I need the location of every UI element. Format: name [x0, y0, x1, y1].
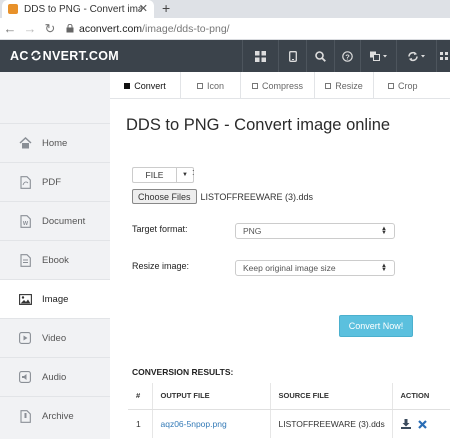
sidebar-item-document[interactable]: W Document — [0, 201, 110, 240]
tab-label: Convert — [134, 80, 166, 91]
sidebar-item-home[interactable]: Home — [0, 123, 110, 162]
delete-icon[interactable] — [418, 419, 427, 429]
tab-compress[interactable]: Compress — [241, 72, 315, 99]
sidebar: Home PDF W Document Ebook Image Video Au… — [0, 72, 116, 439]
target-format-select[interactable]: PNG ▲ ▼ — [235, 223, 395, 239]
url-path: /image/dds-to-png/ — [142, 22, 230, 35]
tab-crop[interactable]: Crop — [374, 72, 450, 99]
table-row: 1 aqz06-5npop.png LISTOFFREEWARE (3).dds — [128, 409, 450, 438]
target-format-value: PNG — [243, 226, 262, 236]
tab-title: DDS to PNG - Convert image onli — [24, 3, 142, 15]
sidebar-item-ebook[interactable]: Ebook — [0, 240, 110, 279]
tab-convert[interactable]: Convert — [110, 72, 181, 99]
file-button[interactable]: FILE — [132, 167, 176, 183]
logo-cycle-icon — [30, 50, 41, 61]
back-icon[interactable]: ← — [0, 21, 20, 36]
column-header: SOURCE FILE — [270, 383, 393, 410]
select-arrows-icon: ▲ ▼ — [381, 263, 387, 273]
results-heading: CONVERSION RESULTS: — [132, 367, 234, 377]
choose-files-button[interactable]: Choose Files — [132, 189, 197, 204]
chosen-file-name: LISTOFFREEWARE (3).dds — [200, 191, 314, 202]
address-bar: ← → ↻ aconvert.com/image/dds-to-png/ — [0, 18, 450, 40]
new-tab-button[interactable]: + — [162, 0, 170, 16]
download-icon[interactable] — [400, 419, 411, 430]
output-file-link[interactable]: aqz06-5npop.png — [161, 419, 227, 429]
file-chooser: Choose Files LISTOFFREEWARE (3).dds — [132, 189, 313, 204]
checkbox-icon — [251, 82, 258, 89]
tab-label: Icon — [206, 80, 224, 91]
archive-icon — [18, 409, 32, 423]
row-number: 1 — [128, 409, 153, 438]
forward-icon[interactable]: → — [20, 21, 40, 36]
checkbox-icon — [325, 82, 332, 89]
main-content: DDS to PNG - Convert image online FILE ▼… — [110, 99, 450, 439]
tab-close-icon[interactable]: ✕ — [139, 2, 148, 15]
sidebar-item-pdf[interactable]: PDF — [0, 162, 110, 201]
table-header-row: # OUTPUT FILE SOURCE FILE ACTION — [128, 383, 450, 410]
sidebar-item-label: Video — [42, 332, 67, 344]
refresh-icon[interactable] — [396, 40, 436, 72]
image-icon — [18, 292, 32, 306]
logo-text-left: AC — [10, 49, 29, 63]
grid-icon[interactable] — [242, 40, 278, 72]
resize-image-label: Resize image: — [132, 261, 190, 271]
favicon-icon — [8, 4, 18, 14]
sidebar-item-label: Image — [42, 293, 69, 305]
file-source-dropdown[interactable]: FILE ▼ — [132, 167, 194, 183]
feature-tabs: Convert Icon Compress Resize Crop — [110, 72, 450, 99]
sidebar-item-label: Home — [42, 137, 68, 149]
target-format-label: Target format: — [132, 224, 188, 234]
convert-now-button[interactable]: Convert Now! — [339, 315, 413, 337]
browser-tabstrip: DDS to PNG - Convert image onli ✕ + — [0, 0, 450, 18]
checkbox-icon — [196, 82, 203, 89]
resize-image-value: Keep original image size — [243, 263, 336, 273]
column-header: # — [128, 383, 153, 410]
resize-image-select[interactable]: Keep original image size ▲ ▼ — [235, 260, 395, 276]
file-colon: : — [192, 167, 195, 177]
tab-resize[interactable]: Resize — [315, 72, 374, 99]
tab-icon[interactable]: Icon — [181, 72, 241, 99]
url-field[interactable]: aconvert.com/image/dds-to-png/ — [79, 23, 230, 35]
tab-label: Resize — [335, 80, 363, 91]
reload-icon[interactable]: ↻ — [40, 21, 60, 37]
video-icon — [18, 331, 32, 345]
select-arrows-icon: ▲ ▼ — [381, 226, 387, 236]
language-icon[interactable] — [360, 40, 396, 72]
audio-icon — [18, 370, 32, 384]
site-header: AC NVERT.COM ? — [0, 40, 450, 72]
results-table: # OUTPUT FILE SOURCE FILE ACTION 1 aqz06… — [128, 383, 450, 438]
sidebar-item-label: Ebook — [42, 254, 69, 266]
sidebar-item-archive[interactable]: Archive — [0, 396, 110, 435]
search-icon[interactable] — [306, 40, 334, 72]
sidebar-item-image[interactable]: Image — [0, 279, 116, 318]
svg-text:W: W — [22, 221, 28, 227]
page-title: DDS to PNG - Convert image online — [126, 116, 391, 134]
source-file-name: LISTOFFREEWARE (3).dds — [270, 409, 393, 438]
column-header: ACTION — [392, 383, 450, 410]
browser-tab[interactable]: DDS to PNG - Convert image onli ✕ — [2, 0, 154, 18]
logo-text-right: NVERT.COM — [42, 49, 119, 63]
url-domain: aconvert.com — [79, 22, 143, 35]
tab-label: Crop — [398, 80, 418, 91]
mobile-icon[interactable] — [278, 40, 306, 72]
checkbox-icon — [124, 82, 131, 89]
ebook-icon — [18, 253, 32, 267]
tab-label: Compress — [261, 80, 303, 91]
checkbox-icon — [388, 82, 394, 89]
sidebar-item-video[interactable]: Video — [0, 318, 110, 357]
svg-text:?: ? — [345, 52, 350, 61]
sidebar-item-label: Audio — [42, 371, 67, 383]
pdf-icon — [18, 175, 32, 189]
sidebar-item-label: PDF — [42, 176, 61, 188]
help-icon[interactable]: ? — [334, 40, 360, 72]
site-logo[interactable]: AC NVERT.COM — [10, 49, 119, 63]
sidebar-item-label: Document — [42, 215, 86, 227]
document-icon: W — [18, 214, 32, 228]
column-header: OUTPUT FILE — [152, 383, 271, 410]
menu-icon[interactable] — [436, 40, 450, 72]
home-icon — [18, 136, 32, 150]
sidebar-item-label: Archive — [42, 410, 74, 422]
sidebar-item-audio[interactable]: Audio — [0, 357, 110, 396]
lock-icon — [66, 24, 74, 33]
